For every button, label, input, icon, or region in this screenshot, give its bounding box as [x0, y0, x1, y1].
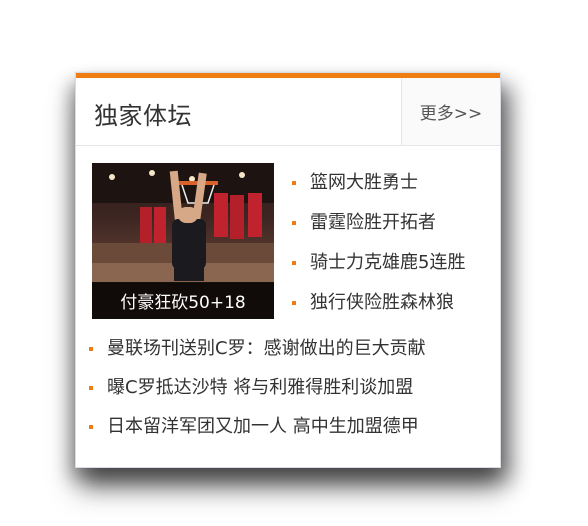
headline-text: 曝C罗抵达沙特 将与利雅得胜利谈加盟: [107, 377, 414, 398]
bottom-headline-list: 曼联场刊送别C罗：感谢做出的巨大贡献 曝C罗抵达沙特 将与利雅得胜利谈加盟 日本…: [89, 335, 426, 452]
photo-caption: 付豪狂砍50+18: [92, 282, 274, 319]
side-headline-item[interactable]: 篮网大胜勇士: [292, 169, 465, 209]
bullet-icon: [89, 347, 93, 351]
bullet-icon: [89, 425, 93, 429]
bullet-icon: [292, 181, 296, 185]
bullet-icon: [89, 386, 93, 390]
more-button[interactable]: 更多>>: [401, 78, 500, 145]
bottom-headline-item[interactable]: 日本留洋军团又加一人 高中生加盟德甲: [89, 413, 426, 452]
widget-title: 独家体坛: [94, 102, 192, 130]
bottom-headline-item[interactable]: 曝C罗抵达沙特 将与利雅得胜利谈加盟: [89, 374, 426, 413]
headline-text: 雷霆险胜开拓者: [310, 212, 436, 233]
bullet-icon: [292, 221, 296, 225]
side-headline-list: 篮网大胜勇士 雷霆险胜开拓者 骑士力克雄鹿5连胜 独行侠险胜森林狼: [292, 169, 465, 329]
bullet-icon: [292, 301, 296, 305]
headline-text: 日本留洋军团又加一人 高中生加盟德甲: [107, 416, 419, 437]
headline-text: 独行侠险胜森林狼: [310, 292, 454, 313]
headline-text: 篮网大胜勇士: [310, 172, 418, 193]
side-headline-item[interactable]: 骑士力克雄鹿5连胜: [292, 249, 465, 289]
side-headline-item[interactable]: 雷霆险胜开拓者: [292, 209, 465, 249]
bullet-icon: [292, 261, 296, 265]
side-headline-item[interactable]: 独行侠险胜森林狼: [292, 289, 465, 329]
widget-header: 独家体坛 更多>>: [76, 78, 500, 146]
featured-photo[interactable]: 付豪狂砍50+18: [92, 163, 274, 319]
bottom-headline-item[interactable]: 曼联场刊送别C罗：感谢做出的巨大贡献: [89, 335, 426, 374]
headline-text: 骑士力克雄鹿5连胜: [310, 252, 466, 273]
sports-news-widget: 独家体坛 更多>> 付豪狂砍50+18 篮网大胜勇士 雷霆险胜开拓者 骑士力克雄…: [75, 72, 501, 468]
headline-text: 曼联场刊送别C罗：感谢做出的巨大贡献: [107, 338, 426, 359]
